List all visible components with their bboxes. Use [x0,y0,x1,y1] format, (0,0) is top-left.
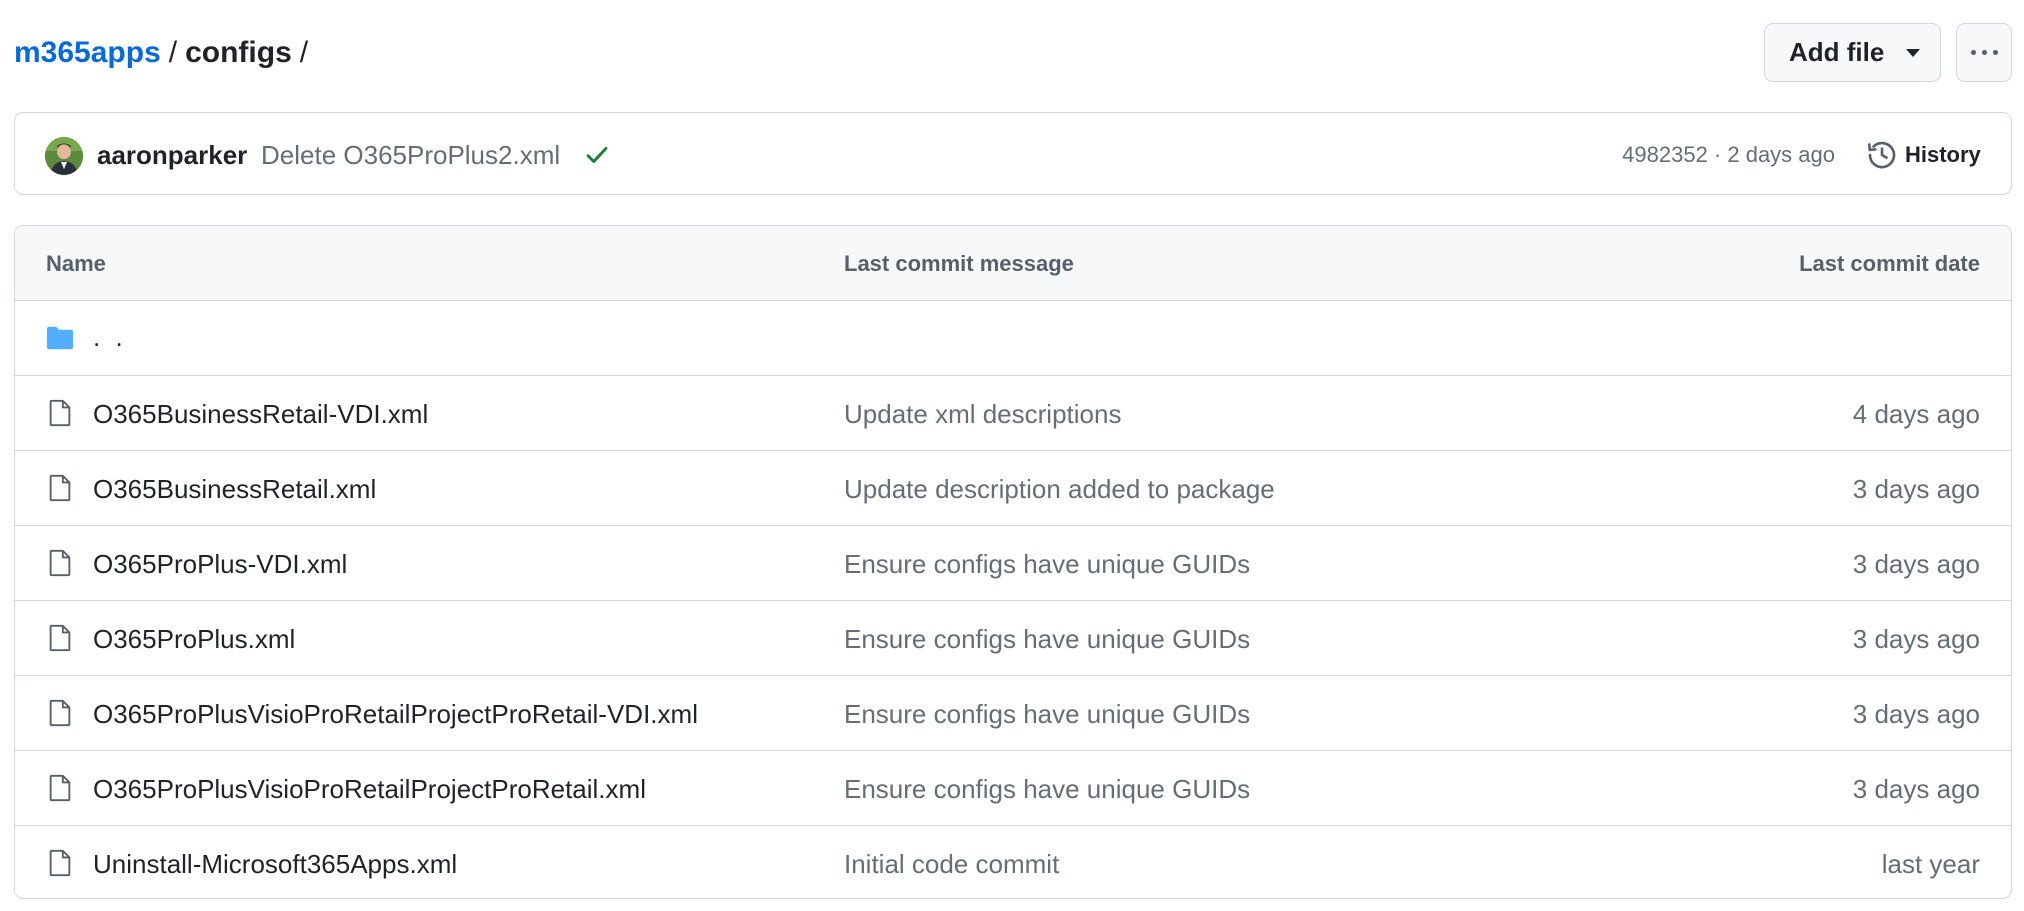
breadcrumb-trailing-separator: / [299,36,309,69]
file-name-link[interactable]: O365ProPlusVisioProRetailProjectProRetai… [93,696,698,732]
table-row[interactable]: O365ProPlus.xml Ensure configs have uniq… [15,601,2011,676]
file-icon [49,774,71,802]
file-name-link[interactable]: O365BusinessRetail.xml [93,471,376,507]
commit-date: 3 days ago [1852,474,1980,504]
file-name-link[interactable]: Uninstall-Microsoft365Apps.xml [93,846,457,882]
file-table: Name Last commit message Last commit dat… [14,225,2012,899]
file-icon [49,849,71,877]
breadcrumb-separator: / [168,36,178,69]
table-row[interactable]: O365ProPlusVisioProRetailProjectProRetai… [15,751,2011,826]
parent-directory-row[interactable]: . . [15,301,2011,376]
file-name-link[interactable]: O365ProPlusVisioProRetailProjectProRetai… [93,771,646,807]
table-row[interactable]: O365BusinessRetail-VDI.xml Update xml de… [15,376,2011,451]
table-row[interactable]: O365ProPlusVisioProRetailProjectProRetai… [15,676,2011,751]
add-file-label: Add file [1789,37,1885,67]
commit-message-link[interactable]: Ensure configs have unique GUIDs [844,771,1250,807]
column-header-date: Last commit date [1799,251,1980,276]
history-label: History [1905,142,1981,167]
history-icon [1867,141,1896,169]
kebab-horizontal-icon [1970,50,1998,55]
commit-message-link[interactable]: Initial code commit [844,846,1059,882]
commit-message-link[interactable]: Update description added to package [844,471,1275,507]
file-icon [49,399,71,427]
commit-message-link[interactable]: Ensure configs have unique GUIDs [844,621,1250,657]
commit-date: 3 days ago [1852,624,1980,654]
commit-date: 3 days ago [1852,699,1980,729]
file-name-link[interactable]: O365BusinessRetail-VDI.xml [93,396,428,432]
more-options-button[interactable] [1956,23,2012,82]
folder-icon [46,326,74,350]
commit-date: 3 days ago [1852,549,1980,579]
commit-author[interactable]: aaronparker [97,137,247,173]
commit-date: 4 days ago [1852,399,1980,429]
avatar[interactable] [45,137,83,175]
file-icon [49,624,71,652]
history-button[interactable]: History [1867,135,1981,175]
breadcrumb-current-folder: configs [185,36,292,69]
commit-message-link[interactable]: Ensure configs have unique GUIDs [844,546,1250,582]
file-icon [49,699,71,727]
breadcrumb-repo-link[interactable]: m365apps [14,36,161,69]
commit-date: 3 days ago [1852,774,1980,804]
table-header: Name Last commit message Last commit dat… [15,226,2011,301]
latest-commit-box: aaronparker Delete O365ProPlus2.xml 4982… [14,112,2012,195]
file-name-link[interactable]: O365ProPlus.xml [93,621,295,657]
add-file-button[interactable]: Add file [1764,23,1941,82]
table-row[interactable]: O365BusinessRetail.xml Update descriptio… [15,451,2011,526]
file-browser-header: m365apps / configs / Add file [14,23,2012,84]
column-header-message: Last commit message [844,251,1074,276]
table-row[interactable]: Uninstall-Microsoft365Apps.xml Initial c… [15,826,2011,898]
column-header-name: Name [46,251,106,276]
commit-meta[interactable]: 4982352 · 2 days ago [1622,139,1835,171]
commit-date: last year [1881,849,1980,879]
commit-message-link[interactable]: Update xml descriptions [844,396,1121,432]
commit-message-link[interactable]: Delete O365ProPlus2.xml [261,137,560,173]
commit-message-link[interactable]: Ensure configs have unique GUIDs [844,696,1250,732]
table-row[interactable]: O365ProPlus-VDI.xml Ensure configs have … [15,526,2011,601]
breadcrumb: m365apps / configs / [14,33,308,73]
file-name-link[interactable]: O365ProPlus-VDI.xml [93,546,347,582]
caret-down-icon [1906,48,1920,57]
file-icon [49,474,71,502]
file-icon [49,549,71,577]
check-icon[interactable] [584,142,610,168]
parent-directory-link[interactable]: . . [93,319,127,355]
